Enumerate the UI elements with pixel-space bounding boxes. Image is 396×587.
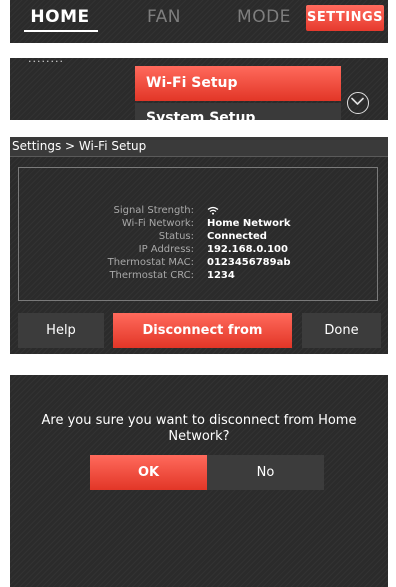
nav-fan-tab[interactable]: FAN — [134, 0, 194, 34]
info-row-network: Wi-Fi Network: Home Network — [19, 218, 377, 230]
menu-item-wifi-setup[interactable]: Wi-Fi Setup — [135, 66, 341, 101]
chevron-down-icon — [351, 97, 364, 105]
info-label: Thermostat CRC: — [109, 270, 194, 281]
nav-home-tab[interactable]: HOME — [18, 0, 102, 34]
info-label: Thermostat MAC: — [107, 257, 194, 268]
nav-mode-tab[interactable]: MODE — [224, 0, 304, 34]
clipped-header-text: ........ — [28, 58, 64, 65]
network-info-box: Signal Strength: Wi-Fi Network: Home Net… — [18, 167, 378, 301]
wifi-signal-icon — [207, 206, 219, 215]
disconnect-button[interactable]: Disconnect from Network — [113, 313, 292, 348]
done-button[interactable]: Done — [302, 313, 381, 348]
info-label: Wi-Fi Network: — [121, 218, 194, 229]
scroll-down-button[interactable] — [347, 92, 369, 114]
info-label: Status: — [158, 231, 194, 242]
info-row-signal: Signal Strength: — [19, 205, 377, 217]
wifi-setup-screen: Settings > Wi-Fi Setup Signal Strength: … — [10, 137, 388, 354]
info-value: Connected — [207, 231, 267, 242]
info-label: IP Address: — [138, 244, 194, 255]
info-row-crc: Thermostat CRC: 1234 — [19, 270, 377, 282]
info-value: 1234 — [207, 270, 235, 281]
disconnect-confirm-dialog: Are you sure you want to disconnect from… — [10, 375, 388, 587]
settings-menu-panel: ........ Wi-Fi Setup System Setup — [10, 58, 388, 120]
info-row-ip: IP Address: 192.168.0.100 — [19, 244, 377, 256]
info-row-status: Status: Connected — [19, 231, 377, 243]
top-nav-bar: HOME FAN MODE SETTINGS — [10, 0, 388, 43]
no-button[interactable]: No — [207, 455, 324, 490]
info-value: 0123456789ab — [207, 257, 291, 268]
ok-button[interactable]: OK — [90, 455, 207, 490]
help-button[interactable]: Help — [18, 313, 104, 348]
info-row-mac: Thermostat MAC: 0123456789ab — [19, 257, 377, 269]
nav-settings-tab[interactable]: SETTINGS — [306, 5, 384, 31]
nav-home-underline — [24, 30, 98, 32]
menu-item-system-setup[interactable]: System Setup — [135, 103, 341, 120]
info-value: 192.168.0.100 — [207, 244, 288, 255]
dialog-message: Are you sure you want to disconnect from… — [41, 413, 357, 444]
info-value: Home Network — [207, 218, 291, 229]
info-label: Signal Strength: — [113, 205, 194, 216]
breadcrumb: Settings > Wi-Fi Setup — [10, 137, 388, 157]
